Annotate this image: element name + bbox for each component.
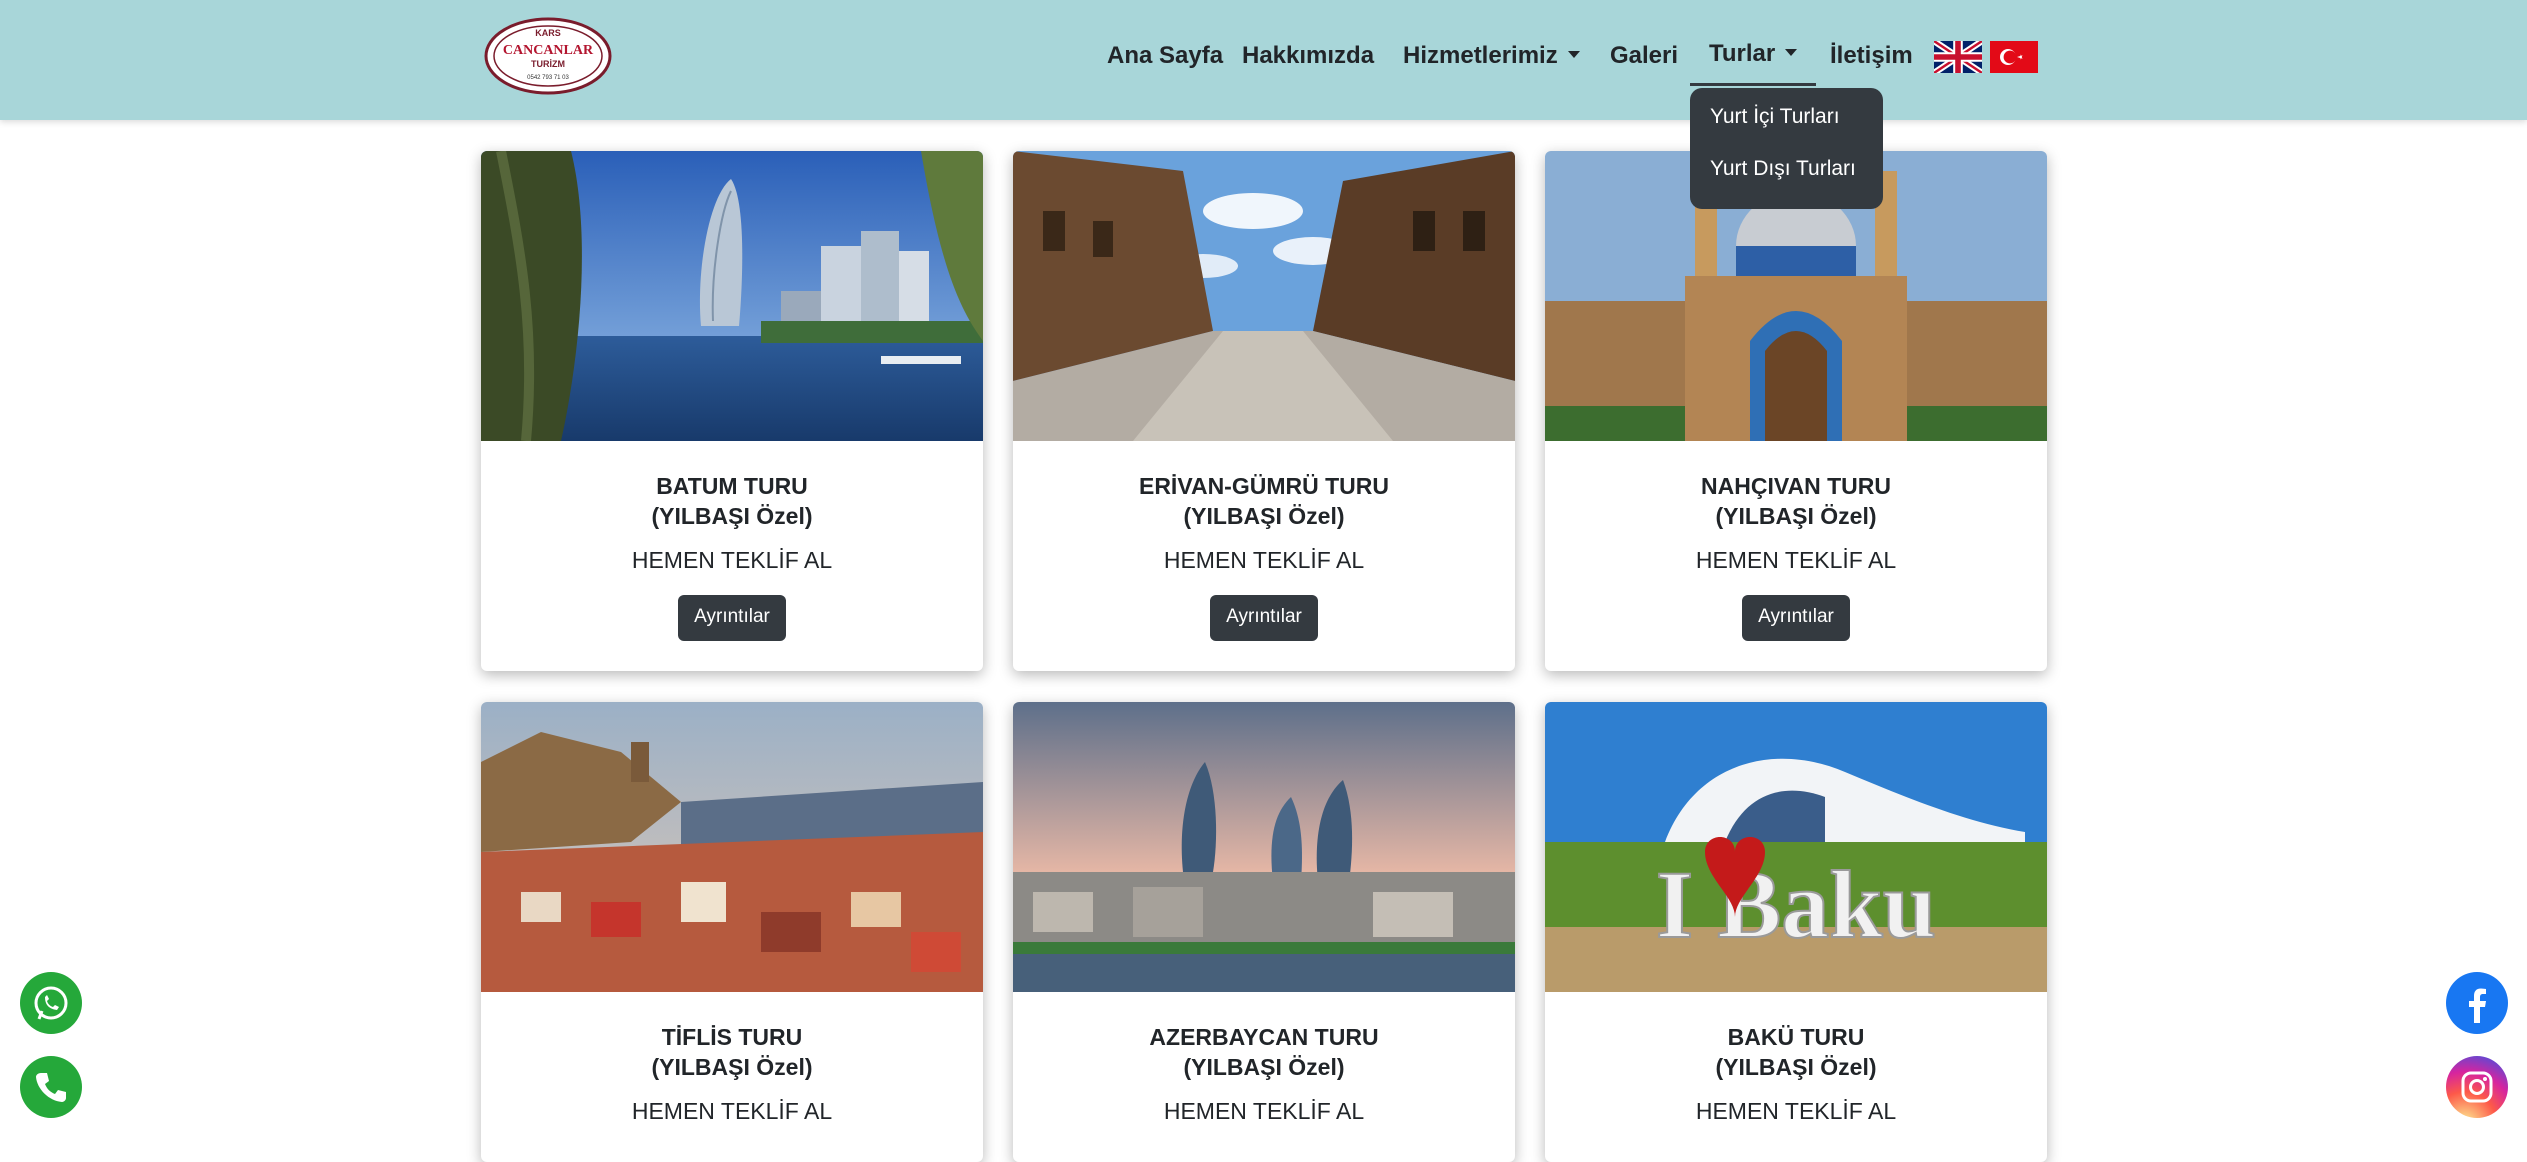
turkey-flag-icon[interactable] <box>1990 41 2038 73</box>
tour-card-title: AZERBAYCAN TURU (YILBAŞI Özel) <box>1149 1024 1379 1080</box>
tour-details-button[interactable]: Ayrıntılar <box>1742 595 1850 641</box>
tours-dropdown-menu: Yurt İçi Turları Yurt Dışı Turları <box>1690 88 1883 209</box>
svg-text:I Baku: I Baku <box>1656 851 1936 958</box>
tour-card: NAHÇIVAN TURU (YILBAŞI Özel) HEMEN TEKLİF… <box>1545 151 2047 671</box>
tour-details-button[interactable]: Ayrıntılar <box>678 595 786 641</box>
chevron-down-icon <box>1567 51 1580 59</box>
tour-card-offer: HEMEN TEKLİF AL <box>1163 547 1365 573</box>
svg-text:TURİZM: TURİZM <box>531 59 565 69</box>
tour-card-offer: HEMEN TEKLİF AL <box>631 1098 833 1124</box>
dropdown-item-international-tours[interactable]: Yurt Dışı Turları <box>1690 156 1883 208</box>
tour-card-title: ERİVAN-GÜMRÜ TURU (YILBAŞI Özel) <box>1138 473 1389 529</box>
tour-card-offer: HEMEN TEKLİF AL <box>1163 1098 1365 1124</box>
nav-services[interactable]: Hizmetlerimiz <box>1403 36 1580 76</box>
tour-card-image <box>481 702 983 992</box>
tour-card-title: BAKÜ TURU (YILBAŞI Özel) <box>1715 1024 1877 1080</box>
phone-icon <box>36 1073 66 1102</box>
nav-services-label: Hizmetlerimiz <box>1403 42 1558 69</box>
tour-card: ERİVAN-GÜMRÜ TURU (YILBAŞI Özel) HEMEN TE… <box>1013 151 1515 671</box>
whatsapp-icon <box>34 986 68 1020</box>
facebook-icon <box>2469 988 2486 1023</box>
tour-card-title: NAHÇIVAN TURU (YILBAŞI Özel) <box>1701 473 1891 529</box>
tour-card: BATUM TURU (YILBAŞI Özel) HEMEN TEKLİF AL… <box>481 151 983 671</box>
tour-card: TİFLİS TURU (YILBAŞI Özel) HEMEN TEKLİF A… <box>481 702 983 1162</box>
phone-button[interactable] <box>20 1056 82 1118</box>
svg-text:CANCANLAR: CANCANLAR <box>503 43 594 58</box>
instagram-button[interactable] <box>2446 1056 2508 1118</box>
nav-gallery[interactable]: Galeri <box>1610 36 1678 76</box>
tour-card: I Baku BAKÜ TURU (YILBAŞI Özel) HEMEN TEK… <box>1545 702 2047 1162</box>
svg-text:KARS: KARS <box>535 28 561 38</box>
tour-details-button[interactable]: Ayrıntılar <box>1210 595 1318 641</box>
facebook-button[interactable] <box>2446 972 2508 1034</box>
nav-tours[interactable]: Turlar <box>1709 34 1798 74</box>
tour-card-image <box>1013 151 1515 441</box>
tour-card-image <box>1013 702 1515 992</box>
tour-card: AZERBAYCAN TURU (YILBAŞI Özel) HEMEN TEKL… <box>1013 702 1515 1162</box>
chevron-down-icon <box>1785 49 1798 57</box>
tour-card-offer: HEMEN TEKLİF AL <box>1695 1098 1897 1124</box>
nav-tours-label: Turlar <box>1709 40 1776 67</box>
svg-text:0542 793 71 03: 0542 793 71 03 <box>527 75 569 81</box>
nav-contact[interactable]: İletişim <box>1830 36 1913 76</box>
nav-about[interactable]: Hakkımızda <box>1242 36 1374 76</box>
navbar: KARS CANCANLAR TURİZM 0542 793 71 03 Ana… <box>0 0 2527 120</box>
dropdown-item-domestic-tours[interactable]: Yurt İçi Turları <box>1690 104 1883 156</box>
whatsapp-button[interactable] <box>20 972 82 1034</box>
uk-flag-icon[interactable] <box>1932 38 1984 76</box>
tour-card-title: BATUM TURU (YILBAŞI Özel) <box>651 473 813 529</box>
nav-tours-active-indicator <box>1690 83 1816 86</box>
brand-logo[interactable]: KARS CANCANLAR TURİZM 0542 793 71 03 <box>484 16 612 96</box>
tour-card-image <box>481 151 983 441</box>
tour-card-offer: HEMEN TEKLİF AL <box>631 547 833 573</box>
instagram-icon <box>2461 1071 2493 1103</box>
tour-card-image: I Baku <box>1545 702 2047 992</box>
tour-card-offer: HEMEN TEKLİF AL <box>1695 547 1897 573</box>
tour-card-title: TİFLİS TURU (YILBAŞI Özel) <box>651 1024 813 1080</box>
nav-home[interactable]: Ana Sayfa <box>1107 36 1223 76</box>
